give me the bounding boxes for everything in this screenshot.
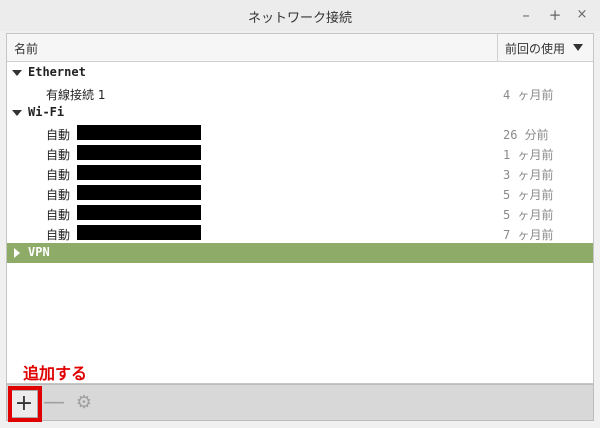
last-used-time: 7 ヶ月前 [503,228,554,242]
connection-name: 自動 [46,228,71,242]
connection-row[interactable]: 自動 3 ヶ月前 [7,163,593,183]
connection-row[interactable]: 自動 7 ヶ月前 [7,223,593,243]
add-annotation-label: 追加する [23,364,88,383]
group-label: VPN [28,245,50,259]
minimize-button[interactable]: – [516,5,536,25]
group-row-wifi[interactable]: Wi-Fi [7,103,593,123]
redacted-ssid [77,205,201,220]
group-row-vpn[interactable]: VPN [7,243,593,263]
last-used-time: 5 ヶ月前 [503,188,554,202]
connection-name: 有線接続 1 [46,88,106,102]
connection-row[interactable]: 自動 5 ヶ月前 [7,203,593,223]
group-label: Ethernet [28,65,86,79]
last-used-time: 1 ヶ月前 [503,148,554,162]
group-row-ethernet[interactable]: Ethernet [7,63,593,83]
collapse-arrow-icon[interactable] [14,248,20,258]
connection-name: 自動 [46,128,71,142]
last-used-time: 26 分前 [503,128,549,142]
last-used-time: 4 ヶ月前 [503,88,554,102]
maximize-button[interactable]: + [545,5,565,25]
connection-list[interactable]: 名前 前回の使用 Ethernet 有線接続 1 4 ヶ月前 Wi-Fi 自動 … [6,33,594,384]
connection-row[interactable]: 自動 1 ヶ月前 [7,143,593,163]
group-label: Wi-Fi [28,105,65,119]
expand-arrow-icon[interactable] [12,70,22,76]
remove-connection-button[interactable]: — [40,390,68,418]
connection-row[interactable]: 有線接続 1 4 ヶ月前 [7,83,593,103]
expand-arrow-icon[interactable] [12,110,22,116]
sort-down-arrow-icon[interactable] [573,44,583,51]
bottom-toolbar: + — ⚙ [6,384,594,421]
settings-gear-icon[interactable]: ⚙ [70,390,98,418]
redacted-ssid [77,145,201,160]
connection-name: 自動 [46,148,71,162]
redacted-ssid [77,165,201,180]
connection-row[interactable]: 自動 26 分前 [7,123,593,143]
column-header-name[interactable]: 名前 [14,40,38,57]
title-bar[interactable]: ネットワーク接続 – + × [0,0,600,31]
column-header-bar: 名前 前回の使用 [7,34,593,62]
column-divider [497,34,498,61]
network-connections-window: ネットワーク接続 – + × 名前 前回の使用 Ethernet 有線接続 1 … [0,0,600,428]
connection-name: 自動 [46,188,71,202]
close-button[interactable]: × [572,5,592,25]
column-header-last-used[interactable]: 前回の使用 [505,40,565,57]
connection-name: 自動 [46,168,71,182]
last-used-time: 5 ヶ月前 [503,208,554,222]
connection-name: 自動 [46,208,71,222]
add-button-highlight-box [8,386,42,422]
last-used-time: 3 ヶ月前 [503,168,554,182]
redacted-ssid [77,185,201,200]
redacted-ssid [77,225,201,240]
window-title: ネットワーク接続 [247,11,352,26]
connection-row[interactable]: 自動 5 ヶ月前 [7,183,593,203]
redacted-ssid [77,125,201,140]
